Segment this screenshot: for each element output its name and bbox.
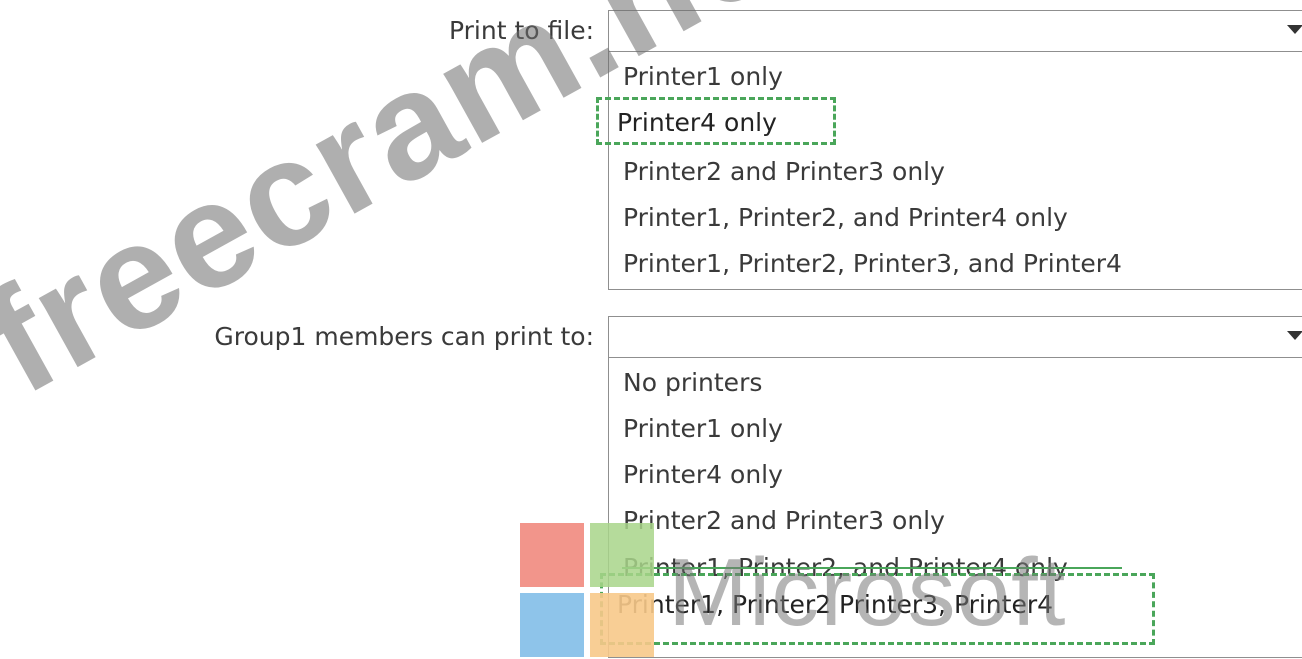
option-item[interactable]: Printer2 and Printer3 only — [623, 157, 945, 187]
caret-down-icon[interactable] — [1287, 25, 1302, 34]
option-item[interactable]: No printers — [623, 368, 762, 398]
microsoft-logo-icon — [520, 523, 656, 659]
group1-members-label: Group1 members can print to: — [214, 322, 594, 351]
option-item[interactable]: Printer2 and Printer3 only — [623, 506, 945, 536]
option-item[interactable]: Printer4 only — [623, 460, 783, 490]
logo-green-square — [590, 523, 654, 587]
logo-yellow-square — [590, 593, 654, 657]
option-item[interactable]: Printer1, Printer2, and Printer4 only — [623, 203, 1068, 233]
print-to-file-options: Printer1 only Printer4 only Printer2 and… — [608, 52, 1302, 290]
option-item[interactable]: Printer1, Printer2, Printer3, and Printe… — [623, 249, 1122, 279]
logo-red-square — [520, 523, 584, 587]
group1-members-dropdown[interactable] — [608, 316, 1302, 358]
option-item[interactable]: Printer1 only — [623, 414, 783, 444]
logo-blue-square — [520, 593, 584, 657]
microsoft-wordmark: Microsoft — [668, 539, 1067, 646]
caret-down-icon[interactable] — [1287, 331, 1302, 340]
option-item-selected[interactable]: Printer4 only — [617, 108, 777, 138]
